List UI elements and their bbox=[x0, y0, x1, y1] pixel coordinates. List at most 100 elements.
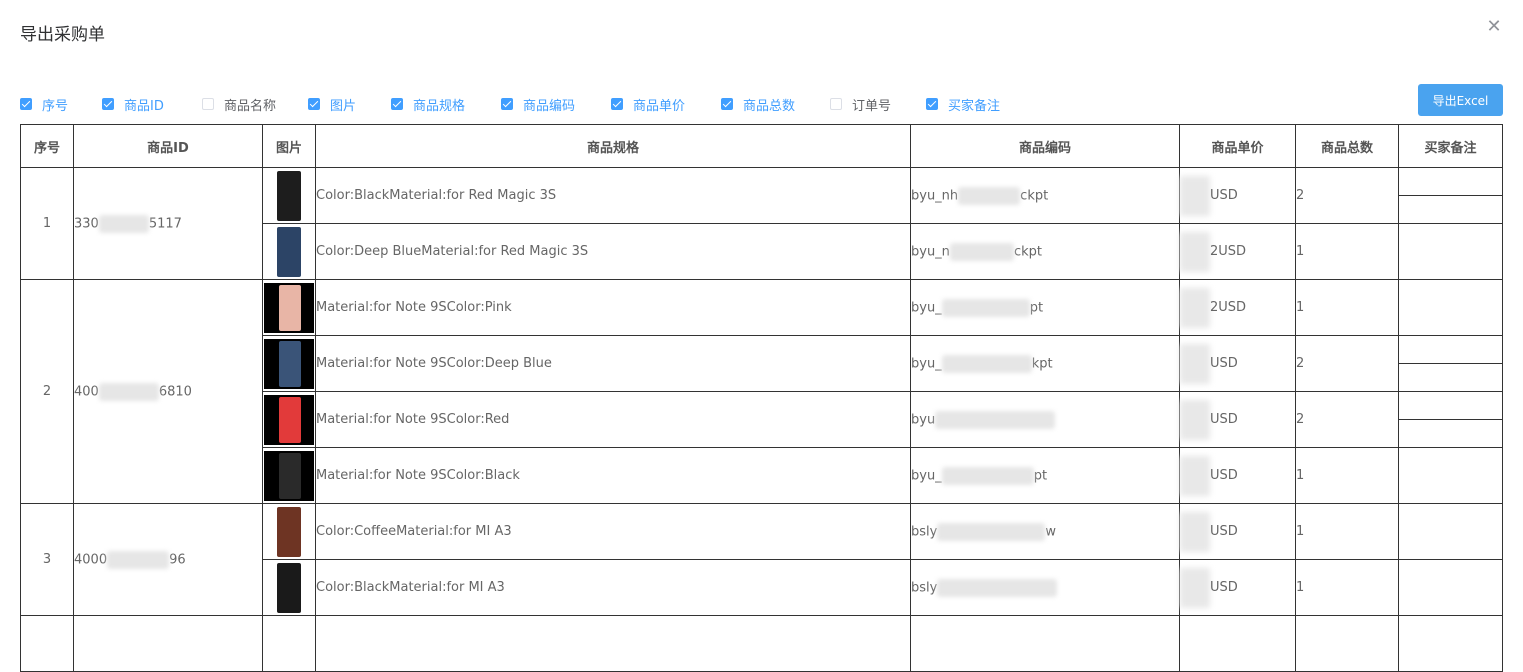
checkbox-label: 买家备注 bbox=[948, 98, 1001, 114]
redacted-blur bbox=[937, 578, 1058, 597]
cell-product-id: 330 5117 bbox=[73, 167, 263, 280]
table-row: 2 400 6810 Material:for Note 9SColor:Pink by… bbox=[20, 279, 1503, 504]
cell-code: bsly w bbox=[910, 503, 1180, 560]
empty-cell bbox=[910, 615, 1180, 672]
cell-code: byu_ kpt bbox=[910, 335, 1180, 392]
checkbox-unchecked-icon[interactable] bbox=[202, 98, 214, 110]
empty-cell bbox=[73, 615, 263, 672]
product-thumbnail[interactable] bbox=[264, 450, 314, 501]
cell-price: USD bbox=[1179, 503, 1296, 560]
cell-code: byu_ pt bbox=[910, 447, 1180, 504]
cell-index: 3 bbox=[20, 503, 74, 616]
product-thumbnail[interactable] bbox=[264, 282, 314, 333]
column-checkbox[interactable]: 序号 bbox=[20, 95, 68, 114]
empty-cell bbox=[262, 615, 316, 672]
price-text: USD bbox=[1210, 524, 1238, 539]
cell-image bbox=[262, 223, 316, 280]
product-thumbnail[interactable] bbox=[277, 506, 301, 557]
price-text: 2USD bbox=[1210, 244, 1247, 259]
cell-price: USD bbox=[1179, 167, 1296, 224]
cell-qty: 2 bbox=[1295, 335, 1399, 392]
product-thumbnail[interactable] bbox=[277, 170, 301, 221]
cell-code: byu_nh ckpt bbox=[910, 167, 1180, 224]
price-text: USD bbox=[1210, 468, 1238, 483]
cell-buyer-notes bbox=[1398, 447, 1503, 504]
cell-image bbox=[262, 559, 316, 616]
cell-price: USD bbox=[1179, 335, 1296, 392]
redacted-blur bbox=[949, 242, 1014, 261]
header-price[interactable]: 商品单价 bbox=[1179, 124, 1296, 168]
product-thumbnail[interactable] bbox=[264, 338, 314, 389]
cell-image bbox=[262, 279, 316, 336]
close-icon[interactable]: ✕ bbox=[1485, 18, 1503, 36]
cell-spec: Material:for Note 9SColor:Black bbox=[315, 447, 911, 504]
header-qty[interactable]: 商品总数 bbox=[1295, 124, 1399, 168]
product-id-suffix: 6810 bbox=[158, 384, 192, 399]
column-checkbox[interactable]: 图片 bbox=[308, 95, 357, 114]
dialog-title: 导出采购单 bbox=[20, 25, 105, 45]
cell-price: USD bbox=[1179, 391, 1296, 448]
code-suffix: ckpt bbox=[1013, 244, 1042, 259]
price-text: 2USD bbox=[1210, 300, 1247, 315]
cell-code: byu bbox=[910, 391, 1180, 448]
header-index[interactable]: 序号 bbox=[20, 124, 74, 168]
code-suffix: kpt bbox=[1031, 356, 1053, 371]
cell-price: USD bbox=[1179, 447, 1296, 504]
code-prefix: byu_nh bbox=[911, 188, 959, 203]
cell-price: 2USD bbox=[1179, 279, 1296, 336]
redacted-blur bbox=[98, 214, 149, 233]
checkbox-unchecked-icon[interactable] bbox=[830, 98, 842, 110]
checkbox-checked-icon[interactable] bbox=[501, 98, 513, 110]
cell-buyer-notes bbox=[1398, 503, 1503, 560]
cell-spec: Color:BlackMaterial:for Red Magic 3S bbox=[315, 167, 911, 224]
checkbox-checked-icon[interactable] bbox=[611, 98, 623, 110]
code-prefix: byu_ bbox=[911, 300, 942, 315]
column-checkbox[interactable]: 订单号 bbox=[830, 95, 891, 114]
empty-cell bbox=[1179, 615, 1296, 672]
cell-code: byu_n ckpt bbox=[910, 223, 1180, 280]
cell-code: byu_ pt bbox=[910, 279, 1180, 336]
product-id-prefix: 330 bbox=[74, 216, 99, 231]
checkbox-checked-icon[interactable] bbox=[308, 98, 320, 110]
cell-spec: Color:CoffeeMaterial:for MI A3 bbox=[315, 503, 911, 560]
price-text: USD bbox=[1210, 356, 1238, 371]
cell-qty: 1 bbox=[1295, 503, 1399, 560]
cell-product-id: 4000 96 bbox=[73, 503, 263, 616]
cell-spec: Material:for Note 9SColor:Pink bbox=[315, 279, 911, 336]
cell-spec: Material:for Note 9SColor:Red bbox=[315, 391, 911, 448]
redacted-blur bbox=[958, 186, 1021, 205]
cell-image bbox=[262, 503, 316, 560]
column-checkbox[interactable]: 商品规格 bbox=[391, 95, 465, 114]
checkbox-checked-icon[interactable] bbox=[391, 98, 403, 110]
column-checkbox[interactable]: 商品名称 bbox=[202, 95, 277, 114]
redacted-blur bbox=[941, 298, 1030, 317]
product-thumbnail[interactable] bbox=[264, 394, 314, 445]
cell-image bbox=[262, 335, 316, 392]
cell-image bbox=[262, 447, 316, 504]
checkbox-checked-icon[interactable] bbox=[102, 98, 114, 110]
column-checkbox[interactable]: 商品ID bbox=[102, 95, 164, 114]
redacted-blur bbox=[941, 354, 1032, 373]
checkbox-checked-icon[interactable] bbox=[721, 98, 733, 110]
header-product-id[interactable]: 商品ID bbox=[73, 124, 263, 168]
checkbox-checked-icon[interactable] bbox=[926, 98, 938, 110]
checkbox-label: 商品ID bbox=[124, 98, 164, 114]
cell-qty: 2 bbox=[1295, 391, 1399, 448]
column-checkbox[interactable]: 商品总数 bbox=[721, 95, 795, 114]
cell-image bbox=[262, 167, 316, 224]
checkbox-label: 商品名称 bbox=[224, 98, 277, 114]
header-buyer-notes[interactable]: 买家备注 bbox=[1398, 124, 1503, 168]
header-spec[interactable]: 商品规格 bbox=[315, 124, 911, 168]
checkbox-checked-icon[interactable] bbox=[20, 98, 32, 110]
header-code[interactable]: 商品编码 bbox=[910, 124, 1180, 168]
checkbox-label: 图片 bbox=[330, 98, 357, 114]
column-checkbox[interactable]: 买家备注 bbox=[926, 95, 1001, 114]
header-image[interactable]: 图片 bbox=[262, 124, 316, 168]
code-suffix: pt bbox=[1033, 468, 1048, 483]
product-thumbnail[interactable] bbox=[277, 562, 301, 613]
cell-index: 2 bbox=[20, 279, 74, 504]
export-excel-button[interactable]: 导出Excel bbox=[1418, 84, 1503, 116]
column-checkbox[interactable]: 商品单价 bbox=[611, 95, 685, 114]
product-thumbnail[interactable] bbox=[277, 226, 301, 277]
column-checkbox[interactable]: 商品编码 bbox=[501, 95, 575, 114]
